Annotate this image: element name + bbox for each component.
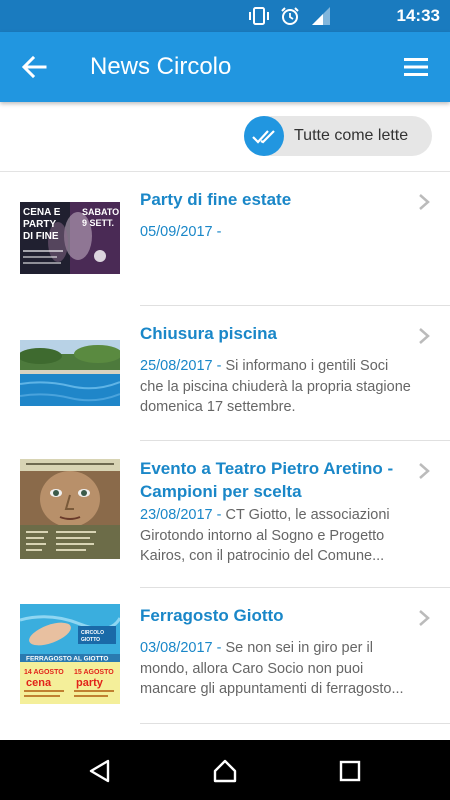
svg-text:SABATO: SABATO (82, 207, 119, 217)
news-date: 03/08/2017 (140, 640, 213, 656)
mark-all-label: Tutte come lette (294, 127, 409, 144)
svg-text:15 AGOSTO: 15 AGOSTO (74, 669, 114, 676)
news-item[interactable]: Chiusura piscina 25/08/2017 - Si informa… (0, 306, 450, 441)
chevron-right-icon[interactable] (418, 462, 430, 480)
svg-text:CIRCOLO: CIRCOLO (81, 630, 104, 636)
status-bar: 14:33 (0, 0, 450, 32)
svg-text:CENA E: CENA E (23, 207, 61, 218)
news-thumbnail: CIRCOLO GIOTTO FERRAGOSTO AL GIOTTO 14 A… (20, 604, 120, 704)
svg-text:GIOTTO: GIOTTO (81, 637, 100, 643)
svg-text:cena: cena (26, 677, 52, 689)
chevron-right-icon[interactable] (418, 609, 430, 627)
signal-icon (312, 7, 330, 25)
svg-text:FERRAGOSTO AL GIOTTO: FERRAGOSTO AL GIOTTO (26, 656, 108, 663)
news-item[interactable]: CIRCOLO GIOTTO FERRAGOSTO AL GIOTTO 14 A… (0, 588, 450, 740)
news-date: 25/08/2017 (140, 358, 213, 374)
alarm-icon (281, 7, 299, 25)
news-thumbnail: CENA E PARTY DI FINE SABATO 9 SETT. (20, 202, 120, 274)
mark-all-row: Tutte come lette (0, 102, 450, 172)
news-date-separator: - (212, 507, 226, 523)
vibrate-icon (249, 7, 269, 25)
news-date: 05/09/2017 (140, 224, 213, 240)
arrow-left-icon[interactable] (20, 53, 48, 81)
news-thumbnail (20, 340, 120, 406)
chevron-right-icon[interactable] (418, 193, 430, 211)
news-summary: 23/08/2017 - CT Giotto, le associazioni … (140, 505, 415, 567)
news-date-separator: - (212, 224, 222, 240)
chevron-right-icon[interactable] (418, 327, 430, 345)
page-title: News Circolo (90, 53, 232, 80)
status-icons (248, 6, 332, 26)
news-thumbnail (20, 459, 120, 559)
svg-text:PARTY: PARTY (23, 219, 56, 230)
nav-back-icon[interactable] (87, 758, 113, 784)
svg-text:DI FINE: DI FINE (23, 231, 59, 242)
news-date: 23/08/2017 (140, 507, 213, 523)
news-summary: 25/08/2017 - Si informano i gentili Soci… (140, 356, 415, 418)
mark-all-read-button[interactable]: Tutte come lette (244, 116, 432, 156)
nav-home-icon[interactable] (212, 758, 238, 784)
nav-recents-icon[interactable] (337, 758, 363, 784)
svg-text:14 AGOSTO: 14 AGOSTO (24, 669, 64, 676)
app-bar: News Circolo (0, 32, 450, 102)
news-date-separator: - (212, 358, 226, 374)
hamburger-menu-icon[interactable] (402, 54, 430, 80)
news-title[interactable]: Party di fine estate (140, 188, 410, 211)
svg-text:party: party (76, 677, 104, 689)
news-date-separator: - (212, 640, 226, 656)
news-summary: 05/09/2017 - (140, 222, 415, 243)
news-item[interactable]: Evento a Teatro Pietro Aretino - Campion… (0, 441, 450, 588)
double-check-icon (252, 130, 275, 144)
check-circle (244, 116, 284, 156)
status-time: 14:33 (396, 6, 440, 25)
news-title[interactable]: Ferragosto Giotto (140, 604, 410, 627)
system-nav-bar (0, 740, 450, 800)
news-title[interactable]: Chiusura piscina (140, 322, 410, 345)
divider (140, 723, 450, 724)
svg-text:9 SETT.: 9 SETT. (82, 218, 114, 228)
news-list[interactable]: CENA E PARTY DI FINE SABATO 9 SETT. Part… (0, 172, 450, 740)
news-title[interactable]: Evento a Teatro Pietro Aretino - Campion… (140, 457, 410, 503)
news-summary: 03/08/2017 - Se non sei in giro per il m… (140, 638, 415, 700)
news-item[interactable]: CENA E PARTY DI FINE SABATO 9 SETT. Part… (0, 172, 450, 306)
